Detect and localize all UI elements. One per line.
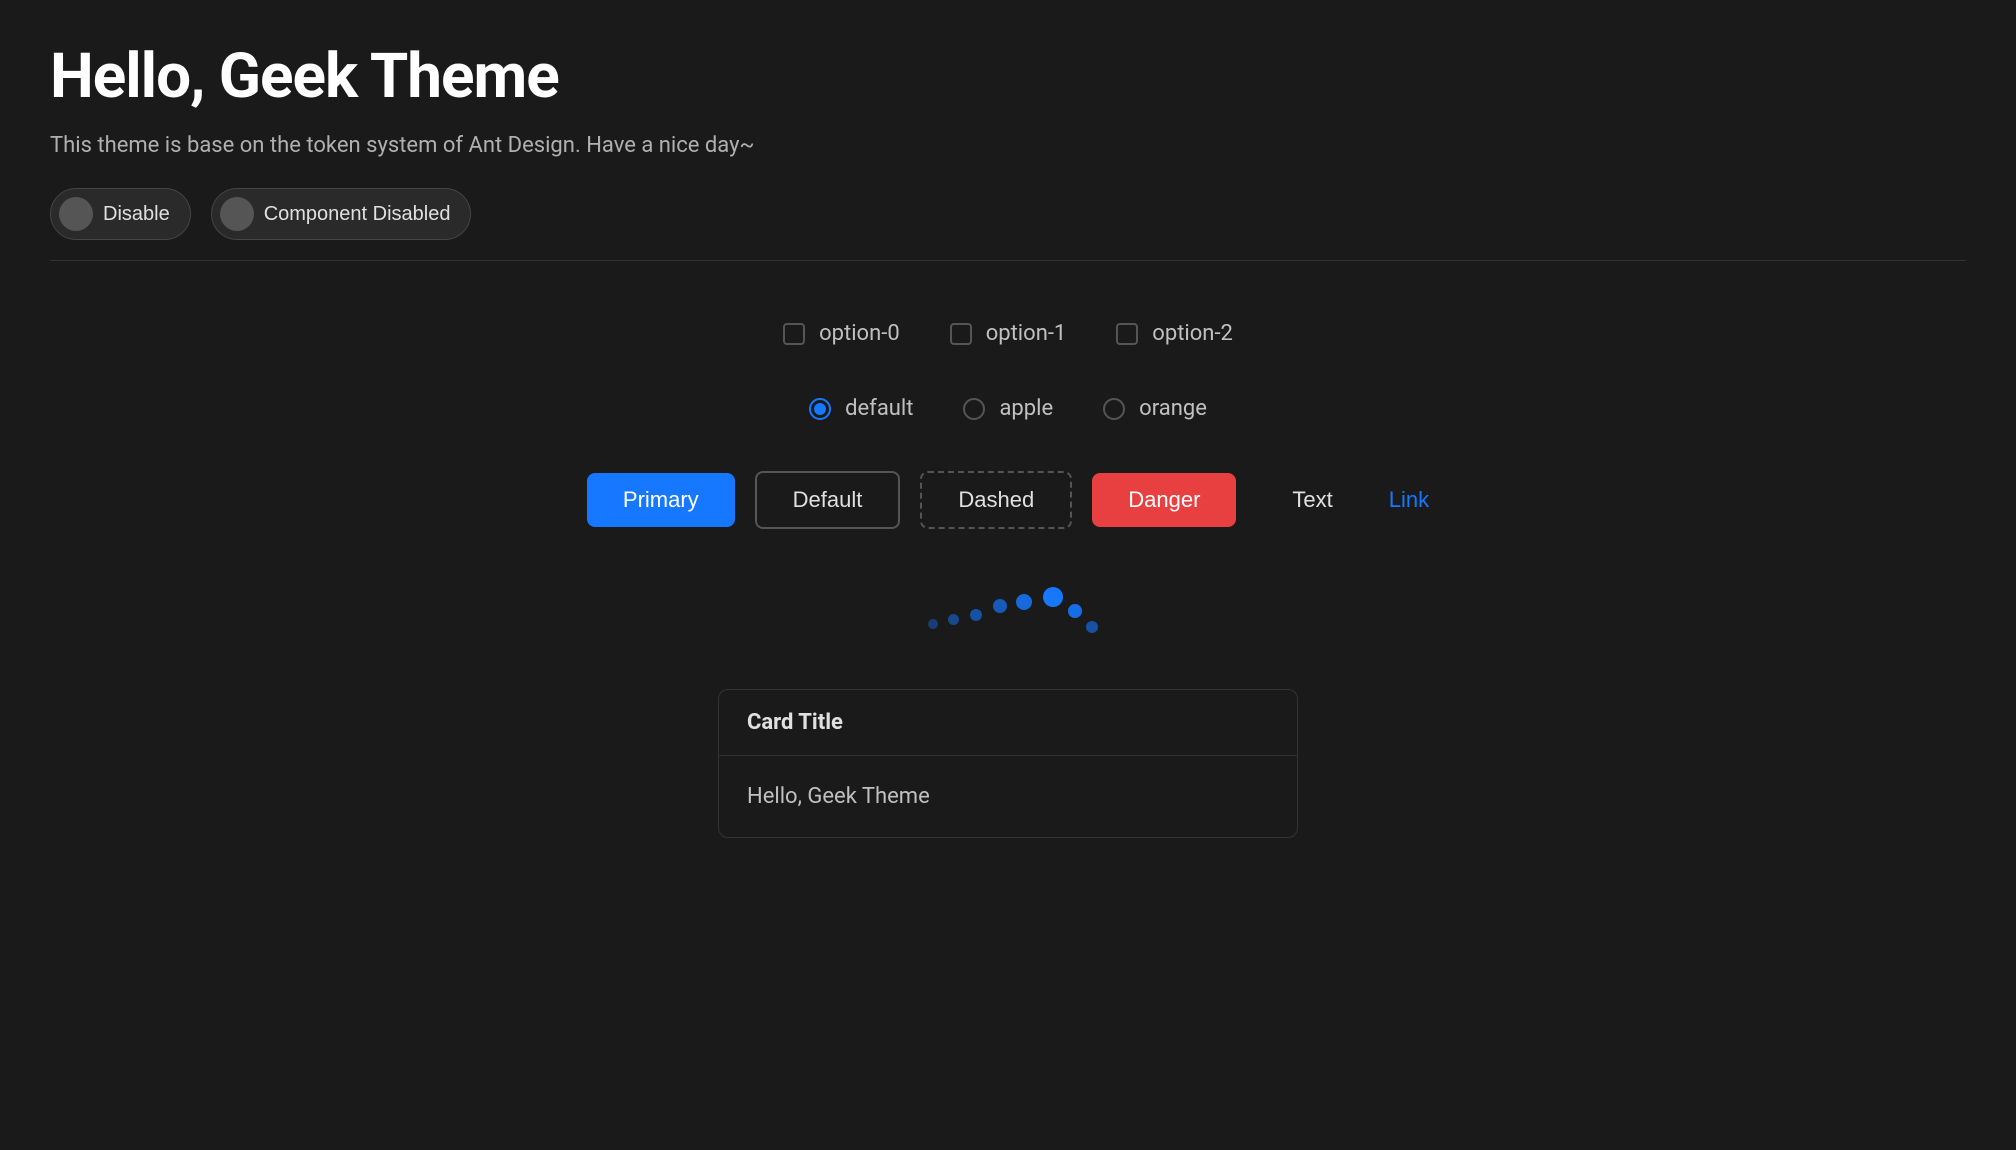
card-title: Card Title bbox=[719, 690, 1297, 756]
card: Card Title Hello, Geek Theme bbox=[718, 689, 1298, 838]
checkbox-option-2[interactable]: option-2 bbox=[1116, 321, 1233, 346]
dot-4 bbox=[993, 599, 1007, 613]
loading-spinner bbox=[908, 579, 1108, 639]
checkbox-box-0 bbox=[783, 323, 805, 345]
disable-toggle[interactable]: Disable bbox=[50, 188, 191, 240]
radio-circle-orange bbox=[1103, 398, 1125, 420]
page-subtitle: This theme is base on the token system o… bbox=[50, 133, 1966, 158]
card-body: Hello, Geek Theme bbox=[719, 756, 1297, 837]
radio-label-orange: orange bbox=[1139, 396, 1207, 421]
radio-row: default apple orange bbox=[809, 396, 1207, 421]
dot-2 bbox=[948, 614, 959, 625]
checkbox-row: option-0 option-1 option-2 bbox=[783, 321, 1233, 346]
disable-toggle-knob bbox=[59, 197, 93, 231]
radio-label-apple: apple bbox=[999, 396, 1053, 421]
dot-1 bbox=[928, 619, 938, 629]
checkbox-box-2 bbox=[1116, 323, 1138, 345]
radio-apple[interactable]: apple bbox=[963, 396, 1053, 421]
checkbox-option-0[interactable]: option-0 bbox=[783, 321, 900, 346]
checkbox-label-0: option-0 bbox=[819, 321, 900, 346]
primary-button[interactable]: Primary bbox=[587, 473, 735, 527]
text-button[interactable]: Text bbox=[1256, 473, 1368, 527]
checkbox-option-1[interactable]: option-1 bbox=[950, 321, 1067, 346]
buttons-row: Primary Default Dashed Danger Text Link bbox=[587, 471, 1429, 529]
dot-5 bbox=[1016, 594, 1032, 610]
radio-default[interactable]: default bbox=[809, 396, 913, 421]
radio-orange[interactable]: orange bbox=[1103, 396, 1207, 421]
toggle-row: Disable Component Disabled bbox=[50, 188, 1966, 240]
checkbox-label-2: option-2 bbox=[1152, 321, 1233, 346]
dot-8 bbox=[1086, 621, 1098, 633]
divider bbox=[50, 260, 1966, 261]
main-content: option-0 option-1 option-2 default apple… bbox=[50, 321, 1966, 838]
link-button[interactable]: Link bbox=[1389, 487, 1429, 513]
dot-3 bbox=[970, 609, 982, 621]
component-disabled-toggle-label: Component Disabled bbox=[264, 203, 451, 226]
disable-toggle-label: Disable bbox=[103, 203, 170, 226]
dashed-button[interactable]: Dashed bbox=[920, 471, 1072, 529]
danger-button[interactable]: Danger bbox=[1092, 473, 1236, 527]
radio-circle-default bbox=[809, 398, 831, 420]
checkbox-label-1: option-1 bbox=[986, 321, 1067, 346]
radio-circle-apple bbox=[963, 398, 985, 420]
radio-label-default: default bbox=[845, 396, 913, 421]
checkbox-box-1 bbox=[950, 323, 972, 345]
page-title: Hello, Geek Theme bbox=[50, 40, 1966, 113]
component-disabled-toggle[interactable]: Component Disabled bbox=[211, 188, 472, 240]
dot-6 bbox=[1043, 587, 1063, 607]
component-disabled-toggle-knob bbox=[220, 197, 254, 231]
dot-7 bbox=[1068, 604, 1082, 618]
default-button[interactable]: Default bbox=[755, 471, 901, 529]
